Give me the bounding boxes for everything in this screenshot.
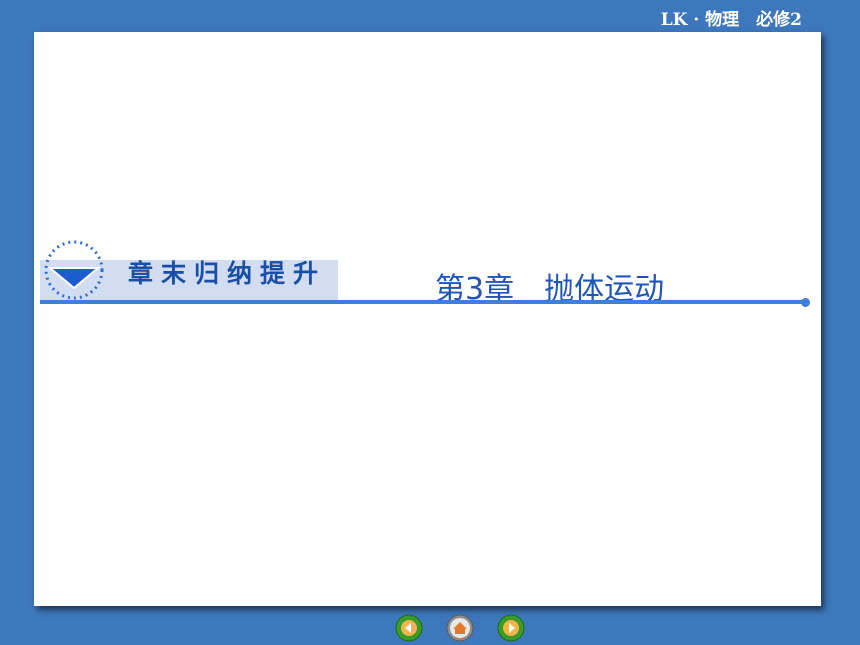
- banner-title: 章末归纳提升: [128, 259, 327, 288]
- arrow-left-icon: [395, 614, 423, 642]
- section-banner: 章末归纳提升: [40, 238, 338, 303]
- prev-button[interactable]: [395, 614, 423, 642]
- arrow-right-icon: [497, 614, 525, 642]
- slide-canvas: 章末归纳提升 第3章 抛体运动: [34, 32, 821, 606]
- home-button[interactable]: [446, 614, 474, 642]
- course-label: LK · 物理 必修2: [660, 10, 802, 30]
- divider-line: [40, 300, 805, 304]
- home-icon: [446, 614, 474, 642]
- next-button[interactable]: [497, 614, 525, 642]
- triangle-badge-icon: [44, 240, 104, 300]
- divider-dot: [801, 298, 810, 307]
